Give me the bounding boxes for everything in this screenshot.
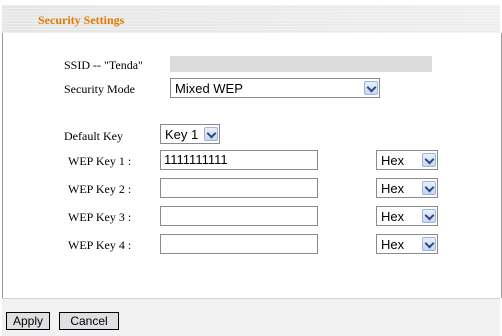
- wep-key-2-format-value: Hex: [381, 181, 405, 196]
- wep-key-4-format-select[interactable]: Hex: [376, 234, 438, 254]
- chevron-down-icon[interactable]: [422, 209, 436, 223]
- chevron-down-icon[interactable]: [422, 153, 436, 167]
- wep-key-1-input[interactable]: 1111111111: [160, 150, 318, 170]
- default-key-select[interactable]: Key 1: [160, 124, 220, 144]
- chevron-down-icon[interactable]: [364, 81, 378, 95]
- wep-key-2-format-select[interactable]: Hex: [376, 178, 438, 198]
- wep-key-4-input[interactable]: [160, 234, 318, 254]
- wep-key-1-format-select[interactable]: Hex: [376, 150, 438, 170]
- wep-key-3-label: WEP Key 3 :: [68, 210, 132, 224]
- wep-key-1-format-value: Hex: [381, 153, 405, 168]
- security-mode-label: Security Mode: [64, 82, 135, 96]
- wep-key-3-format-select[interactable]: Hex: [376, 206, 438, 226]
- security-mode-select[interactable]: Mixed WEP: [170, 78, 380, 98]
- wep-key-4-label: WEP Key 4 :: [68, 238, 132, 252]
- ssid-label: SSID -- "Tenda": [64, 58, 143, 72]
- wep-key-3-input[interactable]: [160, 206, 318, 226]
- page-title: Security Settings: [38, 13, 125, 27]
- wep-key-4-format-value: Hex: [381, 237, 405, 252]
- chevron-down-icon[interactable]: [422, 237, 436, 251]
- apply-button[interactable]: Apply: [6, 312, 50, 330]
- cancel-button[interactable]: Cancel: [59, 312, 119, 330]
- wep-key-2-input[interactable]: [160, 178, 318, 198]
- default-key-value: Key 1: [165, 127, 199, 142]
- wep-key-3-format-value: Hex: [381, 209, 405, 224]
- security-mode-value: Mixed WEP: [175, 81, 243, 96]
- wep-key-1-label: WEP Key 1 :: [68, 154, 132, 168]
- default-key-label: Default Key: [64, 129, 123, 143]
- chevron-down-icon[interactable]: [422, 181, 436, 195]
- ssid-band: [170, 56, 432, 72]
- chevron-down-icon[interactable]: [204, 127, 218, 141]
- wep-key-2-label: WEP Key 2 :: [68, 182, 132, 196]
